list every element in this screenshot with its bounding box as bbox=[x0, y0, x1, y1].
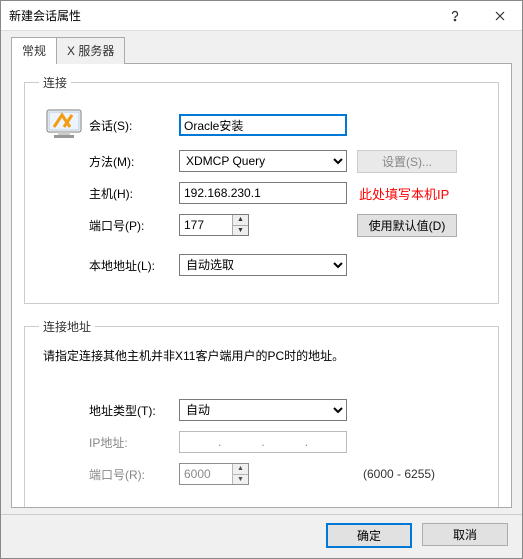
method-label: 方法(M): bbox=[89, 153, 179, 170]
ip-address-label: IP地址: bbox=[89, 434, 179, 451]
method-select[interactable]: XDMCP Query bbox=[179, 150, 347, 172]
group-connect-address: 连接地址 请指定连接其他主机并非X11客户端用户的PC时的地址。 地址类型(T)… bbox=[24, 318, 499, 508]
group-connection-legend: 连接 bbox=[39, 74, 71, 91]
address-type-label: 地址类型(T): bbox=[89, 402, 179, 419]
dialog-footer: 确定 取消 bbox=[1, 514, 522, 558]
tab-page-general: 连接 会话(S): bbox=[11, 63, 512, 508]
spin-up-icon[interactable]: ▲ bbox=[233, 215, 248, 225]
host-annotation: 此处填写本机IP bbox=[359, 184, 449, 203]
settings-button: 设置(S)... bbox=[357, 150, 457, 173]
spin-down-icon[interactable]: ▼ bbox=[233, 225, 248, 236]
connect-address-desc: 请指定连接其他主机并非X11客户端用户的PC时的地址。 bbox=[43, 347, 484, 364]
close-button[interactable] bbox=[477, 1, 522, 31]
session-label: 会话(S): bbox=[89, 117, 179, 134]
close-icon bbox=[495, 11, 505, 21]
port-spinner[interactable]: ▲ ▼ bbox=[179, 214, 249, 236]
address-type-select[interactable]: 自动 bbox=[179, 399, 347, 421]
port-r-spinner: ▲ ▼ bbox=[179, 463, 249, 485]
tab-general[interactable]: 常规 bbox=[11, 37, 57, 64]
port-r-input bbox=[180, 464, 232, 484]
session-input[interactable] bbox=[179, 114, 347, 136]
spin-up-icon: ▲ bbox=[233, 464, 248, 474]
group-connection: 连接 会话(S): bbox=[24, 74, 499, 304]
port-range-note: (6000 - 6255) bbox=[363, 467, 435, 481]
tabstrip: 常规 X 服务器 bbox=[1, 37, 522, 63]
ok-button[interactable]: 确定 bbox=[326, 523, 412, 548]
help-button[interactable] bbox=[432, 1, 477, 31]
use-default-button[interactable]: 使用默认值(D) bbox=[357, 214, 457, 237]
help-icon bbox=[449, 10, 461, 22]
local-address-select[interactable]: 自动选取 bbox=[179, 254, 347, 276]
host-input[interactable] bbox=[179, 182, 347, 204]
local-address-label: 本地地址(L): bbox=[89, 257, 179, 274]
ip-address-input: ... bbox=[179, 431, 347, 453]
tab-xserver[interactable]: X 服务器 bbox=[56, 37, 125, 64]
session-icon bbox=[46, 109, 82, 141]
cancel-button[interactable]: 取消 bbox=[422, 523, 508, 546]
group-connect-address-legend: 连接地址 bbox=[39, 318, 95, 335]
host-label: 主机(H): bbox=[89, 185, 179, 202]
titlebar: 新建会话属性 bbox=[1, 1, 522, 31]
dialog-window: 新建会话属性 常规 X 服务器 连接 bbox=[0, 0, 523, 559]
port-r-label: 端口号(R): bbox=[89, 466, 179, 483]
spin-down-icon: ▼ bbox=[233, 474, 248, 485]
window-title: 新建会话属性 bbox=[1, 7, 432, 24]
port-input[interactable] bbox=[180, 215, 232, 235]
port-label: 端口号(P): bbox=[89, 217, 179, 234]
